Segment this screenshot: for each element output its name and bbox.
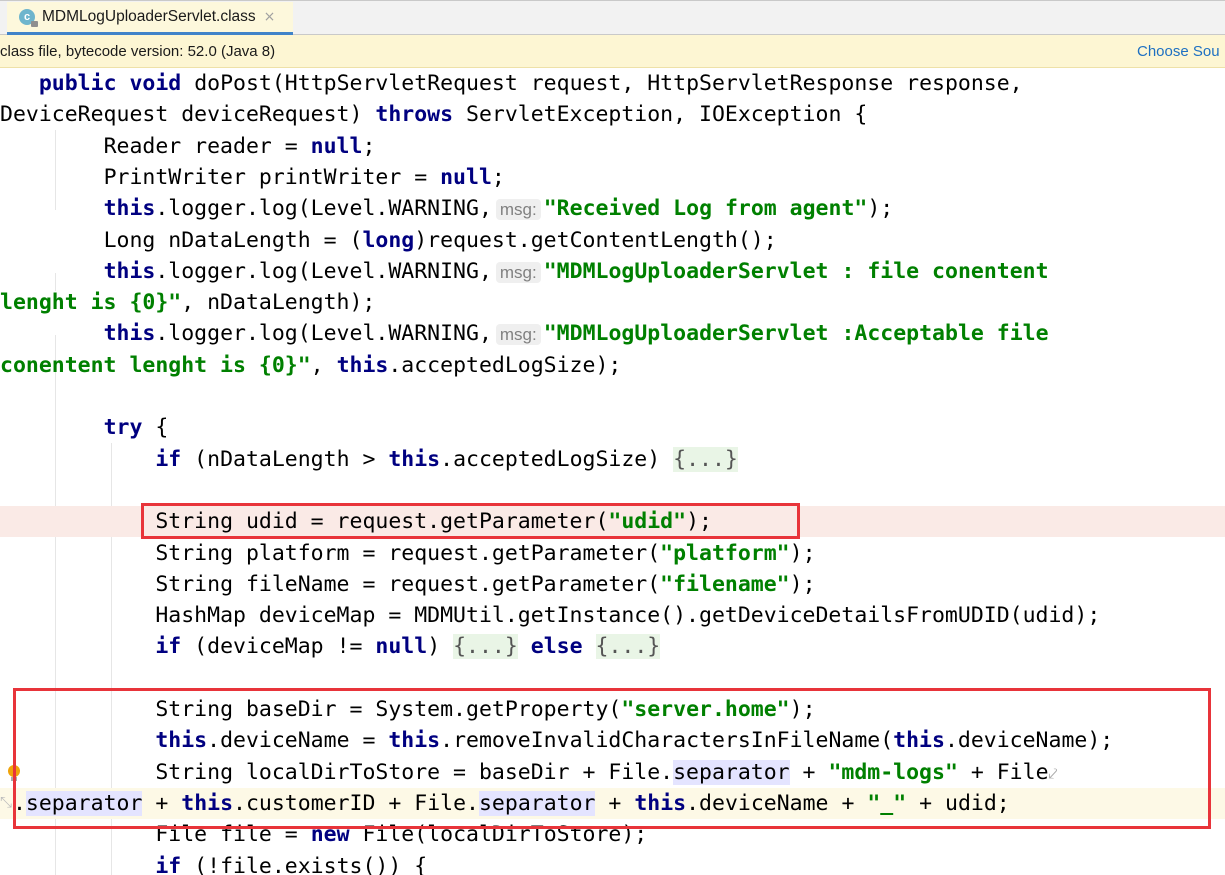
lightbulb-icon[interactable] bbox=[8, 765, 20, 781]
code-line: this.logger.log(Level.WARNING, msg: "Recei… bbox=[103, 196, 894, 222]
parameter-hint: msg: bbox=[495, 324, 541, 346]
code-line-highlighted: String udid = request.getParameter("udid… bbox=[0, 506, 1225, 538]
soft-wrap-icon: ⤦ bbox=[1048, 763, 1058, 783]
close-icon[interactable]: × bbox=[264, 9, 276, 25]
code-line: if (deviceMap != null) {...} else {...} bbox=[155, 634, 661, 660]
tab-mdmloguploaderservlet[interactable]: c MDMLogUploaderServlet.class × bbox=[7, 2, 293, 35]
folded-block[interactable]: {...} bbox=[453, 634, 518, 660]
class-file-icon: c bbox=[19, 9, 38, 27]
code-line: conentent lenght is {0}", this.acceptedL… bbox=[0, 352, 622, 378]
folded-block[interactable]: {...} bbox=[673, 446, 738, 472]
code-line: if (!file.exists()) { bbox=[155, 853, 428, 875]
parameter-hint: msg: bbox=[495, 261, 541, 283]
folded-block[interactable]: {...} bbox=[595, 634, 661, 660]
code-line: Long nDataLength = (long)request.getCont… bbox=[103, 227, 777, 253]
code-line: this.logger.log(Level.WARNING, msg: "MDMLo… bbox=[103, 258, 1049, 284]
lock-icon bbox=[31, 21, 38, 27]
code-line: try { bbox=[103, 415, 169, 441]
code-line: this.logger.log(Level.WARNING, msg: "MDMLo… bbox=[103, 321, 1049, 347]
code-line: public void doPost(HttpServletRequest re… bbox=[38, 71, 1023, 96]
bytecode-version-message: class file, bytecode version: 52.0 (Java… bbox=[0, 43, 276, 60]
code-editor[interactable]: public void doPost(HttpServletRequest re… bbox=[0, 68, 1225, 875]
code-line: PrintWriter printWriter = null; bbox=[103, 164, 505, 190]
code-line: lenght is {0}", nDataLength); bbox=[0, 290, 376, 316]
code-line: String fileName = request.getParameter("… bbox=[155, 571, 816, 597]
parameter-hint: msg: bbox=[495, 199, 541, 221]
code-line-current: .separator + this.customerID + File.sepa… bbox=[0, 787, 1225, 820]
code-line: String baseDir = System.getProperty("ser… bbox=[155, 697, 816, 722]
choose-sources-link[interactable]: Choose Sou bbox=[1137, 43, 1220, 60]
code-line: String localDirToStore = baseDir + File.… bbox=[155, 759, 1058, 785]
code-line: DeviceRequest deviceRequest) throws Serv… bbox=[0, 102, 868, 128]
code-line: HashMap deviceMap = MDMUtil.getInstance(… bbox=[155, 603, 1101, 629]
code-line: Reader reader = null; bbox=[103, 133, 376, 159]
soft-wrap-continuation-icon: ⤡ bbox=[0, 793, 13, 811]
code-line: if (nDataLength > this.acceptedLogSize) … bbox=[155, 446, 738, 472]
decompiled-info-banner: class file, bytecode version: 52.0 (Java… bbox=[0, 35, 1225, 68]
tab-title: MDMLogUploaderServlet.class bbox=[42, 8, 256, 25]
code-line: File file = new File(localDirToStore); bbox=[155, 822, 648, 848]
code-line: this.deviceName = this.removeInvalidChar… bbox=[155, 728, 1114, 754]
editor-tab-bar: c MDMLogUploaderServlet.class × bbox=[0, 0, 1225, 35]
code-line: String platform = request.getParameter("… bbox=[155, 540, 816, 566]
